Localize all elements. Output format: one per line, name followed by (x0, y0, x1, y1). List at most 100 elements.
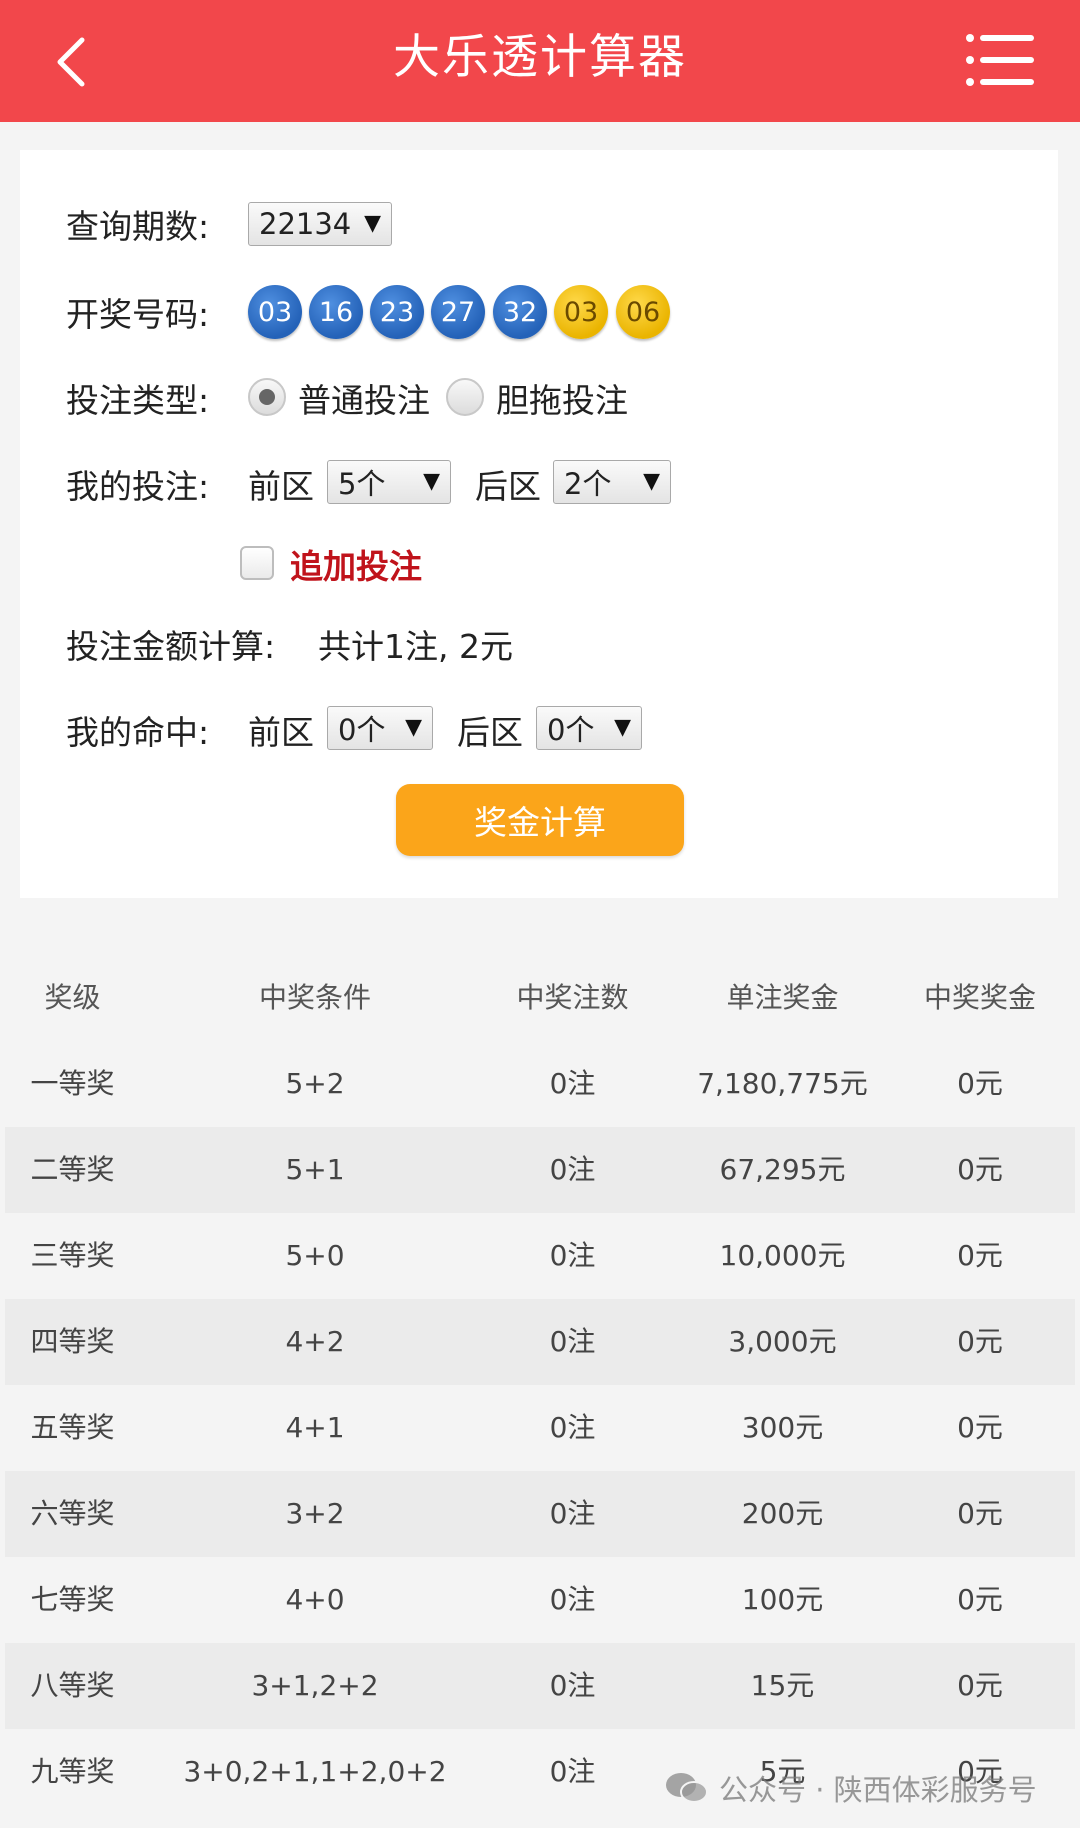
draw-numbers-label: 开奖号码: (66, 295, 210, 334)
my-bet-back-select[interactable]: 2个 ▼ (553, 460, 671, 504)
table-cell: 0元 (957, 1239, 1003, 1272)
my-bet-label: 我的投注: (66, 467, 210, 506)
table-row: 四等奖 4+2 0注 3,000元 0元 (5, 1299, 1075, 1385)
table-row: 六等奖 3+2 0注 200元 0元 (5, 1471, 1075, 1557)
table-cell: 0注 (549, 1325, 596, 1358)
table-row: 三等奖 5+0 0注 10,000元 0元 (5, 1213, 1075, 1299)
bet-type-label: 投注类型: (66, 381, 210, 420)
my-hit-front-label: 前区 (248, 713, 314, 752)
front-ball: 03 (248, 285, 302, 339)
add-bet-checkbox[interactable] (240, 546, 274, 580)
table-cell: 一等奖 (30, 1067, 115, 1100)
my-bet-back-label: 后区 (475, 467, 541, 506)
dropdown-arrow-icon: ▼ (364, 211, 381, 236)
dropdown-arrow-icon: ▼ (614, 715, 631, 740)
table-cell: 七等奖 (30, 1583, 115, 1616)
table-cell: 0注 (549, 1153, 596, 1186)
bet-type-banker-label[interactable]: 胆拖投注 (496, 374, 628, 422)
table-cell: 0注 (549, 1583, 596, 1616)
table-cell: 0元 (957, 1583, 1003, 1616)
watermark: 公众号 · 陕西体彩服务号 (665, 1763, 1037, 1813)
table-cell: 0元 (957, 1067, 1003, 1100)
bet-type-normal-label[interactable]: 普通投注 (298, 374, 430, 422)
table-row: 七等奖 4+0 0注 100元 0元 (5, 1557, 1075, 1643)
my-hit-back-label: 后区 (457, 713, 523, 752)
table-cell: 4+0 (285, 1583, 345, 1616)
list-menu-icon (966, 34, 1034, 86)
chevron-left-icon (57, 37, 85, 87)
table-cell: 0注 (549, 1239, 596, 1272)
table-cell: 二等奖 (30, 1153, 115, 1186)
table-cell: 5+2 (285, 1067, 345, 1100)
table-cell: 0元 (957, 1411, 1003, 1444)
period-label: 查询期数: (66, 207, 210, 246)
table-cell: 200元 (741, 1497, 824, 1530)
table-cell: 九等奖 (30, 1755, 115, 1788)
table-cell: 0元 (957, 1497, 1003, 1530)
page-title: 大乐透计算器 (393, 30, 687, 85)
dropdown-arrow-icon: ▼ (405, 715, 422, 740)
table-cell: 3+0,2+1,1+2,0+2 (183, 1755, 447, 1788)
table-header-row: 奖级 中奖条件 中奖注数 单注奖金 中奖奖金 (5, 955, 1075, 1041)
table-row: 八等奖 3+1,2+2 0注 15元 0元 (5, 1643, 1075, 1729)
back-ball: 03 (554, 285, 608, 339)
table-cell: 10,000元 (719, 1239, 846, 1272)
radio-selected-dot (259, 389, 275, 405)
dropdown-arrow-icon: ▼ (643, 469, 660, 494)
my-hit-back-select[interactable]: 0个 ▼ (536, 706, 642, 750)
table-cell: 0注 (549, 1669, 596, 1702)
table-cell: 0元 (957, 1669, 1003, 1702)
table-cell: 0元 (957, 1153, 1003, 1186)
bet-type-banker-radio[interactable] (446, 378, 484, 416)
dropdown-arrow-icon: ▼ (423, 469, 440, 494)
table-cell: 3+1,2+2 (251, 1669, 379, 1702)
table-cell: 四等奖 (30, 1325, 115, 1358)
front-ball: 23 (370, 285, 424, 339)
amount-label: 投注金额计算: (66, 627, 276, 666)
table-cell: 15元 (750, 1669, 815, 1702)
column-header: 中奖奖金 (923, 981, 1036, 1014)
table-cell: 0元 (957, 1325, 1003, 1358)
add-bet-label[interactable]: 追加投注 (290, 540, 422, 588)
my-hit-front-value: 0个 (338, 713, 386, 747)
my-hit-front-select[interactable]: 0个 ▼ (327, 706, 433, 750)
table-cell: 三等奖 (30, 1239, 115, 1272)
wechat-icon (666, 1773, 708, 1803)
front-ball: 27 (431, 285, 485, 339)
column-header: 单注奖金 (726, 981, 839, 1014)
table-cell: 五等奖 (30, 1411, 115, 1444)
period-select-value: 22134 (259, 207, 352, 241)
table-cell: 六等奖 (30, 1497, 115, 1530)
menu-button[interactable] (960, 28, 1040, 92)
column-header: 中奖注数 (516, 981, 629, 1014)
table-cell: 4+2 (285, 1325, 345, 1358)
table-cell: 0注 (549, 1067, 596, 1100)
table-cell: 300元 (741, 1411, 824, 1444)
period-select[interactable]: 22134 ▼ (248, 202, 392, 246)
front-ball: 16 (309, 285, 363, 339)
table-cell: 4+1 (285, 1411, 345, 1444)
table-cell: 0注 (549, 1755, 596, 1788)
table-cell: 5+1 (285, 1153, 345, 1186)
back-ball: 06 (616, 285, 670, 339)
my-hit-label: 我的命中: (66, 713, 210, 752)
back-button[interactable] (30, 22, 110, 102)
table-row: 一等奖 5+2 0注 7,180,775元 0元 (5, 1041, 1075, 1127)
top-app-bar: 大乐透计算器 (0, 0, 1080, 122)
my-hit-back-value: 0个 (547, 713, 595, 747)
table-cell: 7,180,775元 (697, 1067, 868, 1100)
table-cell: 八等奖 (30, 1669, 115, 1702)
my-bet-front-select[interactable]: 5个 ▼ (327, 460, 451, 504)
table-cell: 3,000元 (728, 1325, 837, 1358)
column-header: 中奖条件 (258, 981, 371, 1014)
calculate-prize-button[interactable]: 奖金计算 (396, 784, 684, 856)
prize-table: 奖级 中奖条件 中奖注数 单注奖金 中奖奖金 一等奖 5+2 0注 7,180,… (5, 955, 1075, 1815)
table-row: 五等奖 4+1 0注 300元 0元 (5, 1385, 1075, 1471)
watermark-text: 公众号 · 陕西体彩服务号 (719, 1773, 1037, 1807)
my-bet-back-value: 2个 (564, 467, 612, 501)
table-cell: 0注 (549, 1497, 596, 1530)
table-cell: 100元 (741, 1583, 824, 1616)
table-row: 二等奖 5+1 0注 67,295元 0元 (5, 1127, 1075, 1213)
bet-type-normal-radio[interactable] (248, 378, 286, 416)
front-ball: 32 (493, 285, 547, 339)
